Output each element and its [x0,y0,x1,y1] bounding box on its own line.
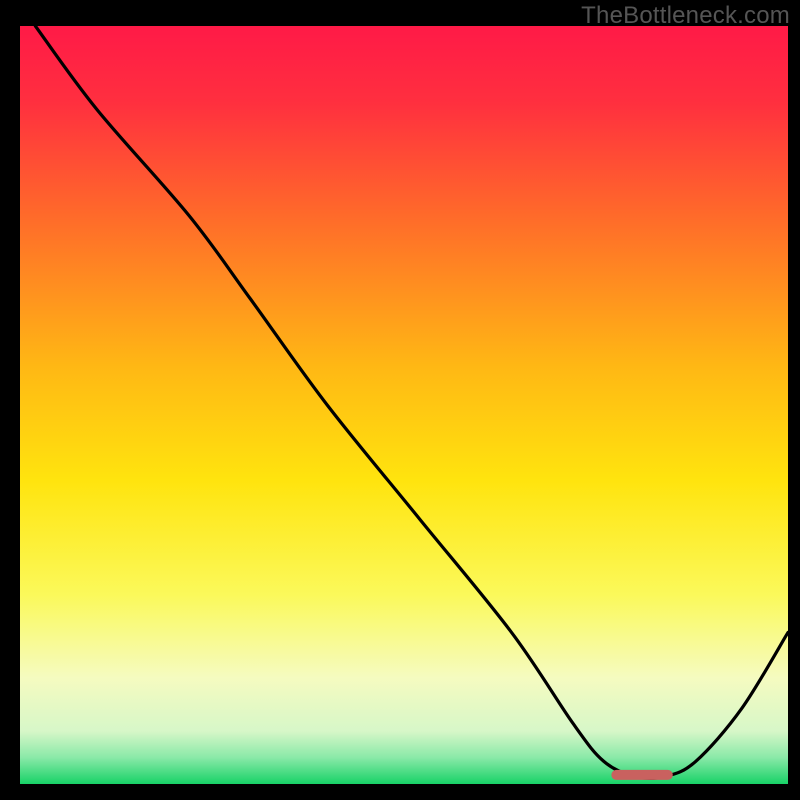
plot-frame [20,26,788,784]
chart-container: TheBottleneck.com [0,0,800,800]
attribution-label: TheBottleneck.com [581,2,790,30]
gradient-background [20,26,788,784]
bottleneck-chart [20,26,788,784]
optimum-marker [611,770,672,780]
